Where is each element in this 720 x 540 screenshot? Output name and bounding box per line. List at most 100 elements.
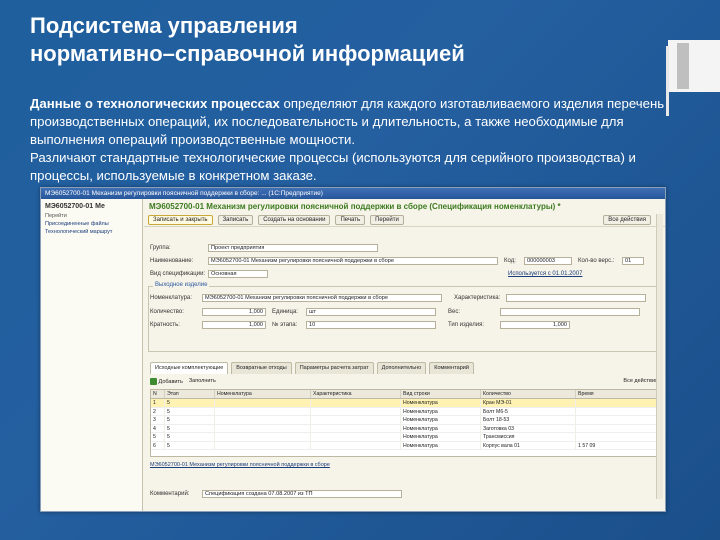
tab-cost-params[interactable]: Параметры расчета затрат: [294, 362, 374, 374]
cell-stage: 5: [165, 416, 215, 424]
cell-quantity: Болт 18-53: [481, 416, 576, 424]
product-type-field[interactable]: 1,000: [500, 321, 570, 329]
cell-n: 5: [151, 433, 165, 441]
table-row[interactable]: 5 5 Номенклатура Трансмиссия: [151, 433, 661, 442]
fill-button[interactable]: Заполнить: [189, 378, 216, 384]
table-row[interactable]: 6 5 Номенклатура Корпус вала 01 1 57 09: [151, 441, 661, 450]
tab-comment[interactable]: Комментарий: [429, 362, 474, 374]
quantity-label: Количество:: [150, 309, 184, 315]
group-row: Группа: Проект предприятия: [150, 243, 378, 253]
comment-field[interactable]: Спецификация создана 07.08.2007 из ТП: [202, 490, 402, 498]
name-field[interactable]: МЭ6052700-01 Механизм регулировки поясни…: [208, 257, 498, 265]
col-header-kind[interactable]: Вид строки: [401, 390, 481, 398]
characteristic-field[interactable]: [506, 294, 646, 302]
cell-nomenclature: [215, 416, 311, 424]
group-field[interactable]: Проект предприятия: [208, 244, 378, 252]
table-row[interactable]: 2 5 Номенклатура Болт M6-5: [151, 407, 661, 416]
cell-nomenclature: [215, 441, 311, 449]
cell-n: 2: [151, 407, 165, 415]
col-header-stage[interactable]: Этап: [165, 390, 215, 398]
goto-button[interactable]: Перейти: [370, 214, 404, 225]
cell-characteristic: [311, 416, 401, 424]
col-header-time[interactable]: Время: [576, 390, 661, 398]
nav-link-route[interactable]: Технологический маршрут: [41, 228, 142, 236]
table-row[interactable]: 1 5 Номенклатура Кран МЭ-01: [151, 399, 661, 408]
multiplicity-field[interactable]: 1,000: [202, 321, 266, 329]
cell-kind: Номенклатура: [401, 424, 481, 432]
cell-nomenclature: [215, 399, 311, 407]
spec-kind-field[interactable]: Основная: [208, 270, 268, 278]
cell-time: [576, 424, 661, 432]
cell-n: 3: [151, 416, 165, 424]
grid-all-actions-button[interactable]: Все действия: [623, 378, 658, 384]
add-row-button[interactable]: Добавить: [150, 377, 183, 385]
form-toolbar: Записать и закрыть Записать Создать на о…: [144, 213, 665, 227]
cell-n: 4: [151, 424, 165, 432]
comment-row: Комментарий: Спецификация создана 07.08.…: [150, 489, 402, 499]
tab-additional[interactable]: Дополнительно: [376, 362, 427, 374]
components-table: N Этап Номенклатура Характеристика Вид с…: [150, 389, 662, 457]
slide-title-line2: нормативно–справочной информацией: [30, 41, 465, 66]
nomenclature-row: Номенклатура: МЭ6052700-01 Механизм регу…: [150, 293, 646, 303]
cell-kind: Номенклатура: [401, 399, 481, 407]
code-field[interactable]: 000000003: [524, 257, 572, 265]
stage-field[interactable]: 10: [306, 321, 436, 329]
unit-label: Единица:: [272, 309, 298, 315]
app-window: МЭ6052700-01 Механизм регулировки поясни…: [40, 187, 666, 512]
cell-stage: 5: [165, 433, 215, 441]
nomenclature-field[interactable]: МЭ6052700-01 Механизм регулировки поясни…: [202, 294, 442, 302]
cell-stage: 5: [165, 399, 215, 407]
unit-field[interactable]: шт: [306, 308, 436, 316]
nav-link-goto[interactable]: Перейти: [41, 212, 142, 220]
name-row: Наименование: МЭ6052700-01 Механизм регу…: [150, 256, 644, 266]
usage-link[interactable]: Используется с 01.01.2007: [508, 271, 582, 277]
col-header-quantity[interactable]: Количество: [481, 390, 576, 398]
col-header-nomenclature[interactable]: Номенклатура: [215, 390, 311, 398]
presentation-slide: Подсистема управления нормативно–справоч…: [0, 0, 720, 540]
grid-toolbar: Добавить Заполнить Все действия: [150, 375, 662, 387]
cell-stage: 5: [165, 407, 215, 415]
cell-characteristic: [311, 433, 401, 441]
col-header-n[interactable]: N: [151, 390, 165, 398]
cell-nomenclature: [215, 407, 311, 415]
cell-nomenclature: [215, 433, 311, 441]
cell-kind: Номенклатура: [401, 407, 481, 415]
save-close-button[interactable]: Записать и закрыть: [148, 214, 213, 225]
spec-reference-link[interactable]: МЭ6052700-01 Механизм регулировки поясни…: [150, 462, 330, 468]
spec-kind-label: Вид спецификации:: [150, 271, 206, 277]
create-basis-button[interactable]: Создать на основании: [258, 214, 331, 225]
all-actions-button[interactable]: Все действия: [603, 214, 651, 225]
nav-link-files[interactable]: Присоединенные файлы: [41, 220, 142, 228]
body-bold-phrase: Данные о технологических процессах: [30, 96, 280, 111]
quantity-field[interactable]: 1,000: [202, 308, 266, 316]
table-row[interactable]: 4 5 Номенклатура Заготовка 03: [151, 424, 661, 433]
table-row[interactable]: 3 5 Номенклатура Болт 18-53: [151, 416, 661, 425]
add-row-label: Добавить: [158, 378, 183, 385]
version-field[interactable]: 01: [622, 257, 644, 265]
vertical-scrollbar[interactable]: [656, 214, 663, 499]
comment-label: Комментарий:: [150, 491, 190, 497]
decoration-bar: [677, 43, 689, 89]
col-header-characteristic[interactable]: Характеристика: [311, 390, 401, 398]
cell-stage: 5: [165, 441, 215, 449]
tab-components[interactable]: Исходные комплектующие: [150, 362, 229, 374]
weight-field[interactable]: [500, 308, 640, 316]
cell-characteristic: [311, 399, 401, 407]
cell-n: 6: [151, 441, 165, 449]
name-label: Наименование:: [150, 258, 194, 264]
cell-time: [576, 416, 661, 424]
multiplicity-row: Кратность: 1,000 № этапа: 10 Тип изделия…: [150, 320, 570, 330]
left-nav-panel: МЭ6052700-01 Ме Перейти Присоединенные ф…: [41, 199, 143, 511]
document-title: МЭ6052700-01 Механизм регулировки поясни…: [149, 202, 561, 211]
write-button[interactable]: Записать: [217, 214, 254, 225]
slide-title-line1: Подсистема управления: [30, 13, 298, 38]
version-label: Кол-во верс.:: [578, 258, 615, 264]
cell-characteristic: [311, 424, 401, 432]
nomenclature-label: Номенклатура:: [150, 295, 192, 301]
slide-body-text: Данные о технологических процессах опред…: [30, 95, 695, 185]
print-button[interactable]: Печать: [335, 214, 366, 225]
tab-waste[interactable]: Возвратные отходы: [231, 362, 292, 374]
slide-title: Подсистема управления нормативно–справоч…: [30, 12, 590, 68]
code-label: Код:: [504, 258, 516, 264]
cell-time: [576, 433, 661, 441]
